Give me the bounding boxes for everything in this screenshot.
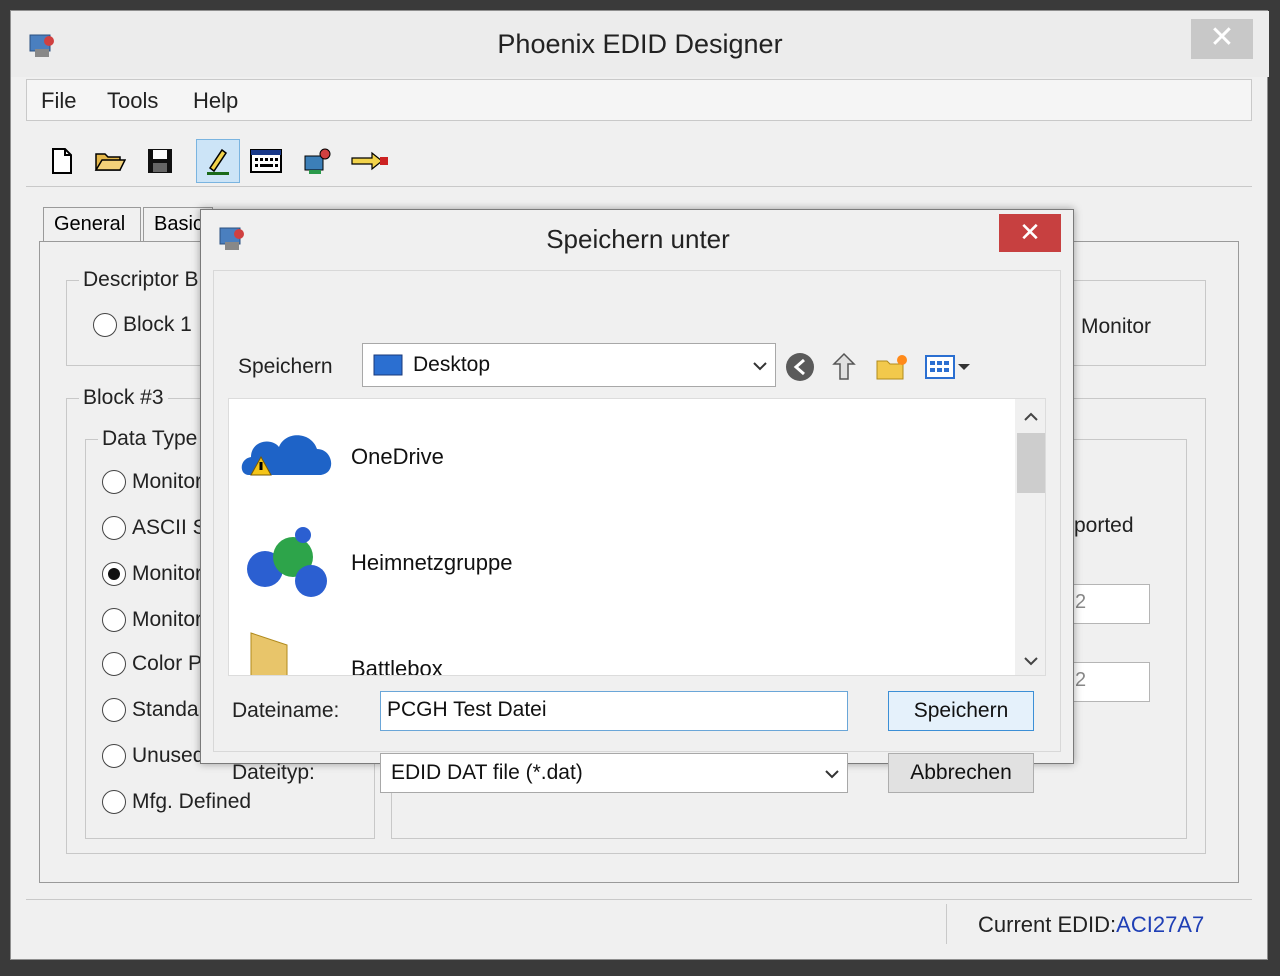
- block-legend: Block #3: [79, 386, 168, 410]
- homegroup-icon: [247, 527, 327, 597]
- vertical-scrollbar[interactable]: [1015, 399, 1045, 675]
- list-item[interactable]: OneDrive: [237, 407, 444, 507]
- radio-circle: [102, 698, 126, 722]
- save-button[interactable]: Speichern: [888, 691, 1034, 731]
- dialog-title: Speichern unter: [546, 224, 730, 254]
- file-list[interactable]: OneDrive Heimnetzgruppe Battlebox: [228, 398, 1046, 676]
- save-as-dialog: Speichern unter ✕ Speichern Desktop OneD…: [200, 209, 1074, 793]
- open-folder-icon[interactable]: [88, 139, 132, 183]
- radio-label: Monitor: [132, 562, 203, 585]
- radio-circle: [102, 652, 126, 676]
- new-folder-icon[interactable]: [874, 349, 910, 385]
- radio-data-type[interactable]: Monitor: [102, 470, 202, 494]
- user-folder-icon: [250, 632, 288, 675]
- menu-file[interactable]: File: [41, 88, 76, 114]
- up-folder-icon[interactable]: [826, 349, 862, 385]
- menu-tools[interactable]: Tools: [107, 88, 158, 114]
- status-label: Current EDID:: [978, 912, 1117, 937]
- radio-label: Unused: [132, 744, 205, 767]
- radio-data-type[interactable]: Unused: [102, 744, 204, 768]
- radio-circle: [102, 790, 126, 814]
- radio-label: Monitor: [132, 608, 203, 631]
- radio-label: Monitor: [132, 470, 203, 493]
- keyboard-icon[interactable]: [244, 139, 288, 183]
- radio-label: Standa: [132, 698, 199, 721]
- radio-circle: [93, 313, 117, 337]
- list-item[interactable]: Heimnetzgruppe: [237, 513, 512, 613]
- dialog-close-button[interactable]: ✕: [999, 214, 1061, 252]
- radio-selected-dot: [108, 568, 120, 580]
- radio-data-type[interactable]: Standa: [102, 698, 199, 722]
- radio-label: Mfg. Defined: [132, 790, 252, 813]
- chevron-down-icon: [753, 353, 767, 377]
- status-bar: Current EDID:ACI27A7: [26, 899, 1252, 947]
- radio-data-type[interactable]: Monitor: [102, 562, 202, 586]
- new-file-icon[interactable]: [40, 139, 84, 183]
- location-value: Desktop: [413, 353, 491, 376]
- cancel-button[interactable]: Abbrechen: [888, 753, 1034, 793]
- radio-data-type[interactable]: Color P: [102, 652, 202, 676]
- back-arrow-icon[interactable]: [782, 349, 818, 385]
- radio-circle: [102, 516, 126, 540]
- data-type-legend: Data Type: [98, 427, 202, 451]
- menu-help[interactable]: Help: [193, 88, 238, 114]
- onedrive-cloud-icon: [241, 435, 332, 476]
- value-field-1[interactable]: 2: [1066, 584, 1150, 624]
- list-item-name: OneDrive: [351, 444, 444, 469]
- window-title: Phoenix EDID Designer: [497, 29, 783, 59]
- radio-circle: [102, 744, 126, 768]
- filetype-value: EDID DAT file (*.dat): [391, 761, 583, 784]
- edit-pencil-icon[interactable]: [196, 139, 240, 183]
- value-field-2[interactable]: 2: [1066, 662, 1150, 702]
- radio-block-1[interactable]: Block 1: [93, 313, 192, 337]
- descriptor-right-label: Monitor: [1081, 315, 1152, 338]
- chevron-down-icon[interactable]: [1024, 653, 1038, 671]
- arrow-export-icon[interactable]: [348, 139, 392, 183]
- radio-label: ASCII S: [132, 516, 207, 539]
- chevron-up-icon[interactable]: [1024, 409, 1038, 427]
- list-item-name: Heimnetzgruppe: [351, 550, 513, 575]
- dialog-body: Speichern Desktop OneDrive Heimnetzgrupp…: [213, 270, 1061, 793]
- tab-general[interactable]: General: [43, 207, 141, 241]
- radio-data-type[interactable]: Monitor: [102, 608, 202, 632]
- radio-data-type[interactable]: ASCII S: [102, 516, 207, 540]
- list-item[interactable]: Battlebox: [237, 619, 443, 676]
- toolbar: [26, 121, 1252, 187]
- close-button[interactable]: ✕: [1191, 19, 1253, 59]
- location-combo[interactable]: Desktop: [362, 343, 776, 387]
- radio-circle: [102, 470, 126, 494]
- radio-label: Block 1: [123, 313, 192, 336]
- status-value: ACI27A7: [1116, 912, 1205, 937]
- save-icon[interactable]: [138, 139, 182, 183]
- view-menu-icon[interactable]: [922, 349, 974, 385]
- location-label: Speichern: [238, 355, 333, 378]
- machine-icon[interactable]: [296, 139, 340, 183]
- filetype-label: Dateityp:: [232, 761, 315, 784]
- descriptor-legend: Descriptor B: [79, 268, 203, 292]
- desktop-icon: [373, 354, 403, 376]
- title-bar: Phoenix EDID Designer ✕: [11, 11, 1269, 77]
- filetype-combo[interactable]: EDID DAT file (*.dat): [380, 753, 848, 793]
- scrollbar-thumb[interactable]: [1017, 433, 1045, 493]
- menu-bar: File Tools Help: [26, 79, 1252, 121]
- filename-label: Dateiname:: [232, 699, 340, 722]
- radio-circle: [102, 608, 126, 632]
- radio-circle: [102, 562, 126, 586]
- chevron-down-icon: [825, 761, 839, 785]
- status-separator: [946, 904, 947, 944]
- supported-label: ported: [1074, 514, 1134, 537]
- list-item-name: Battlebox: [351, 656, 443, 676]
- status-text: Current EDID:ACI27A7: [978, 912, 1204, 938]
- filename-input[interactable]: PCGH Test Datei: [380, 691, 848, 731]
- radio-data-type[interactable]: Mfg. Defined: [102, 790, 251, 814]
- radio-label: Color P: [132, 652, 203, 675]
